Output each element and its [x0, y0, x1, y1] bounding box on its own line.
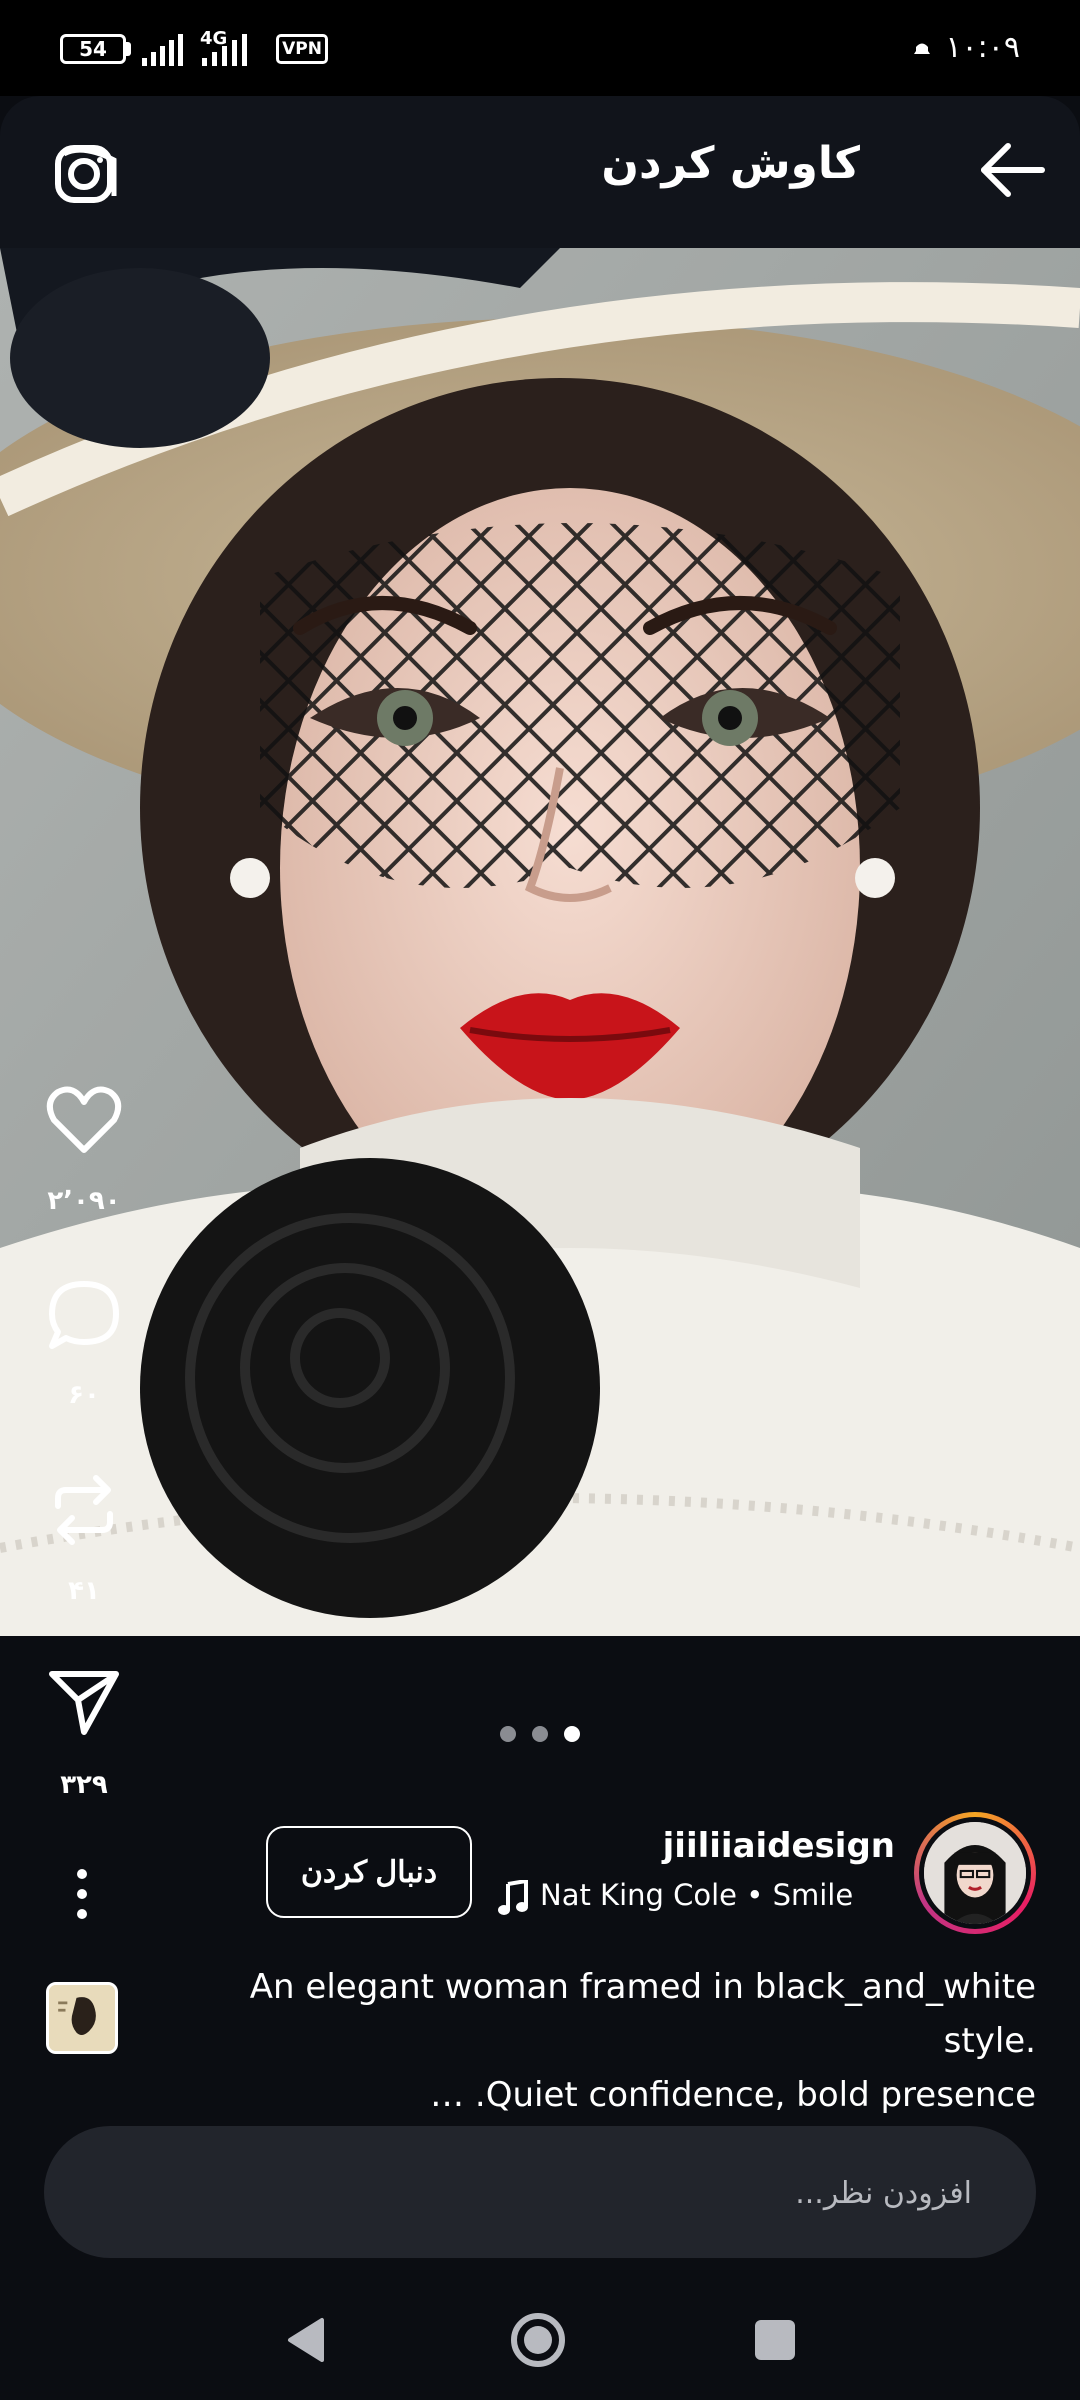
repost-icon[interactable]: [44, 1470, 124, 1550]
arrow-left-icon[interactable]: [978, 140, 1048, 200]
post-image[interactable]: [0, 248, 1080, 1636]
send-icon[interactable]: [44, 1660, 124, 1740]
signal-4g-icon: [202, 34, 247, 66]
nav-recents-icon[interactable]: [735, 2300, 815, 2380]
page-title: کاوش کردن: [601, 138, 860, 189]
comment-input[interactable]: [120, 2158, 974, 2228]
caption-line: An elegant woman framed in black_and_whi…: [249, 1967, 1036, 2061]
avatar[interactable]: [914, 1812, 1036, 1934]
audio-thumbnail[interactable]: [46, 1982, 118, 2054]
battery-tip: [126, 42, 131, 56]
post-caption[interactable]: An elegant woman framed in black_and_whi…: [160, 1960, 1036, 2122]
nav-back-icon[interactable]: [268, 2300, 348, 2380]
carousel-dot: [500, 1726, 516, 1742]
vpn-badge: VPN: [276, 34, 328, 64]
likes-count: ۲٬۰۹۰: [47, 1186, 121, 1216]
follow-button[interactable]: دنبال کردن: [266, 1826, 472, 1918]
caption-line: … .Quiet confidence, bold presence: [430, 2075, 1036, 2115]
reposts-count: ۴۱: [68, 1576, 100, 1606]
carousel-dot-active: [564, 1726, 580, 1742]
clock: ۱۰:۰۹: [945, 30, 1020, 65]
music-track[interactable]: Nat King Cole • Smile: [540, 1878, 900, 1912]
signal-icon: [142, 34, 183, 66]
camera-icon[interactable]: [52, 140, 122, 206]
heart-icon[interactable]: [44, 1080, 124, 1160]
more-options-icon[interactable]: [64, 1866, 100, 1922]
top-header: [0, 96, 1080, 248]
comment-icon[interactable]: [44, 1276, 124, 1356]
music-note-icon: [498, 1880, 528, 1915]
nav-home-icon[interactable]: [498, 2300, 578, 2380]
username[interactable]: jiiliiaidesign: [560, 1826, 895, 1866]
carousel-dot: [532, 1726, 548, 1742]
battery-indicator: 54: [60, 34, 126, 64]
comments-count: ۶۰: [68, 1380, 100, 1410]
shares-count: ۳۲۹: [60, 1770, 108, 1800]
